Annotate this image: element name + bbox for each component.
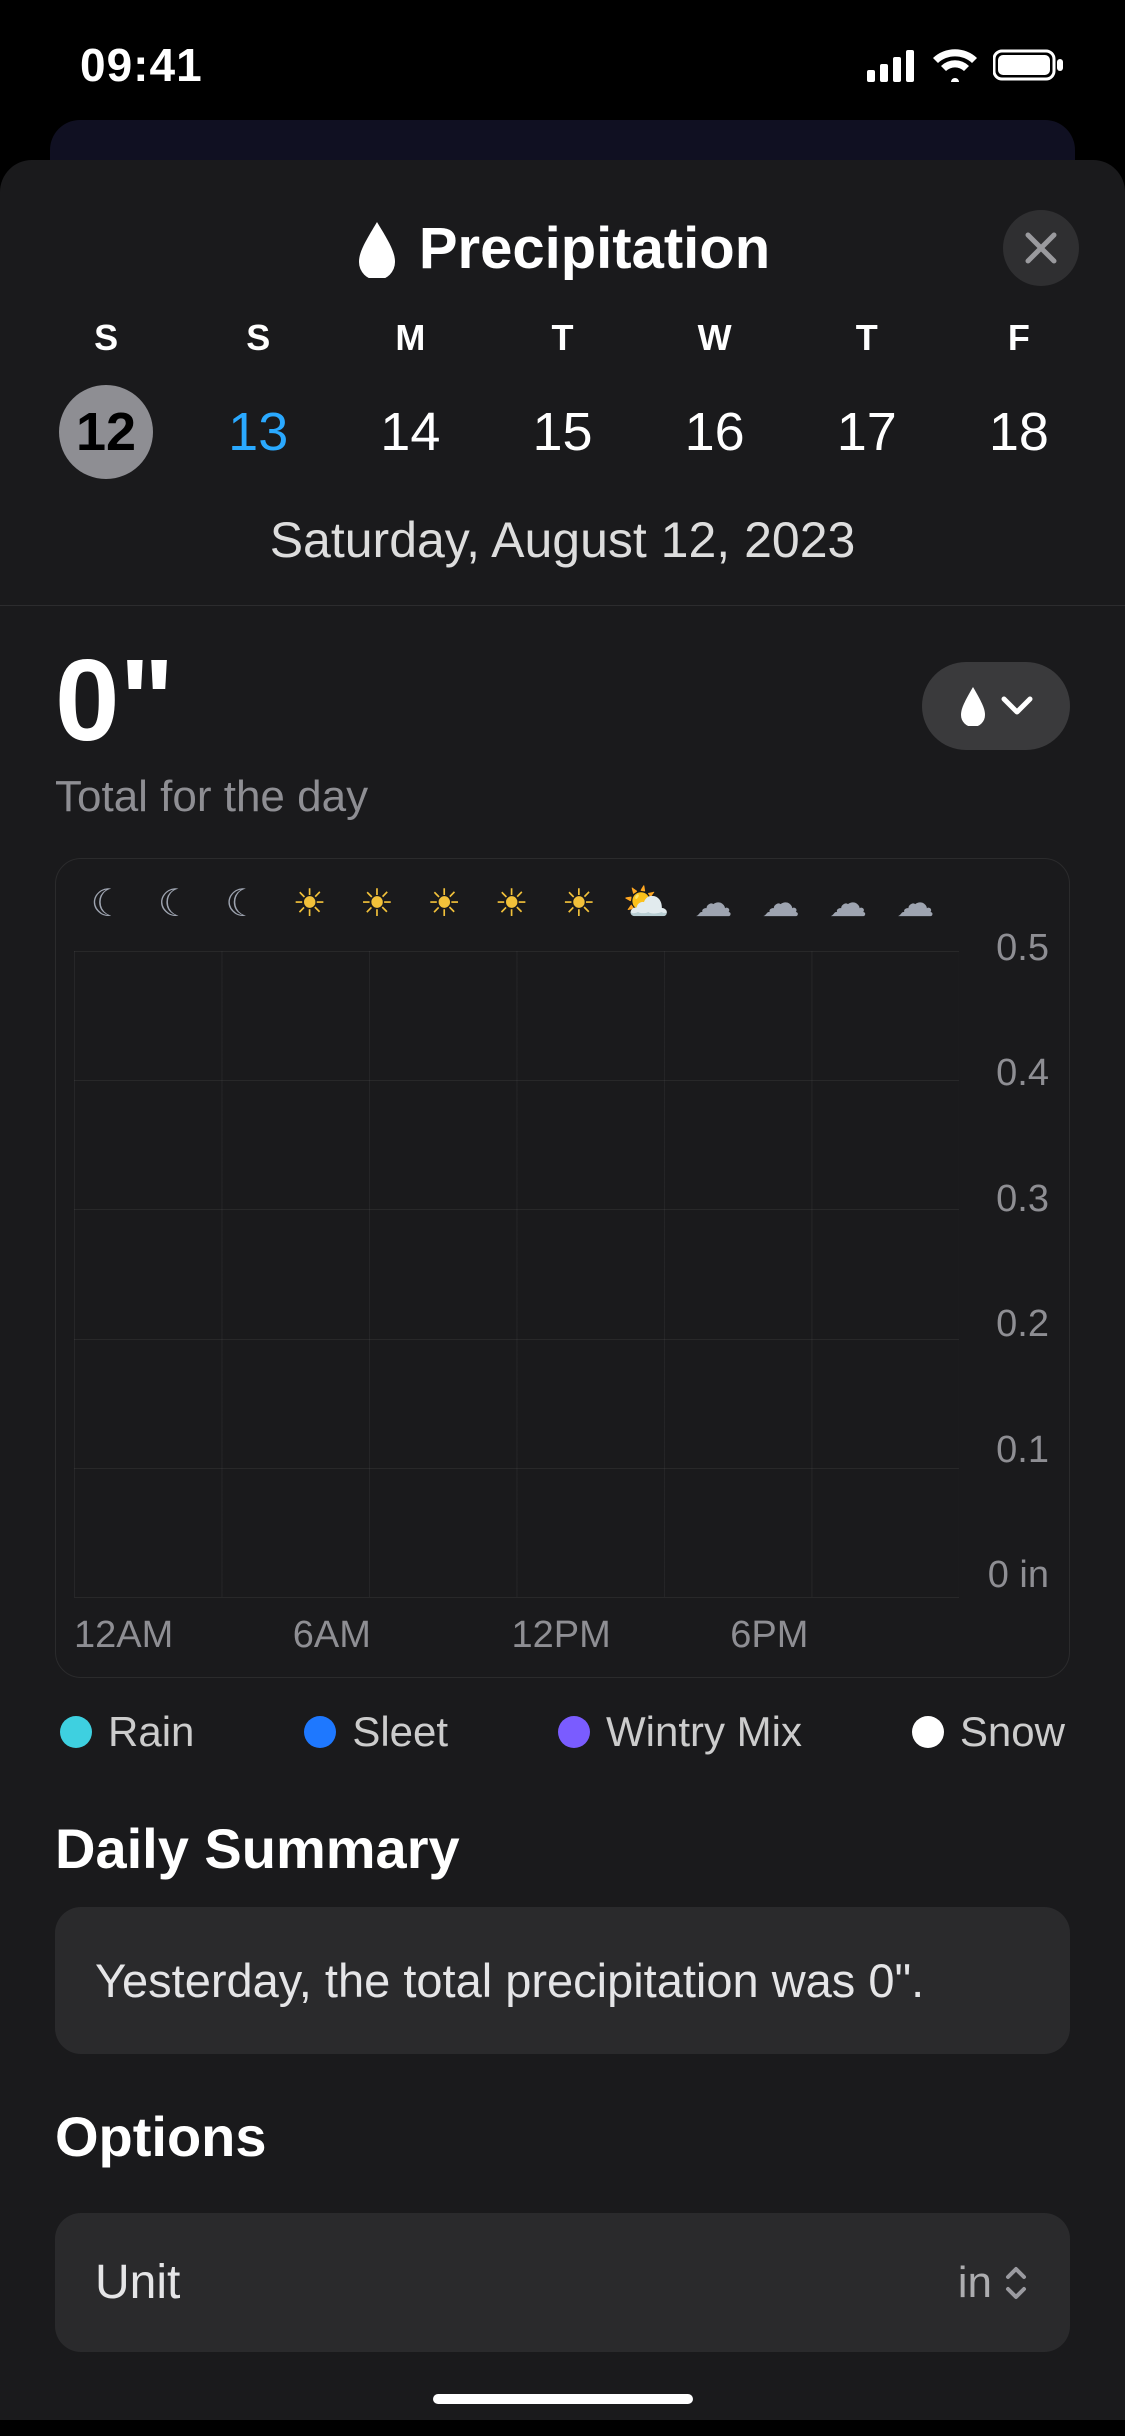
legend-label: Rain: [108, 1708, 194, 1756]
sunny-icon: ☀: [343, 881, 410, 926]
date-cell[interactable]: 15: [486, 377, 638, 489]
home-indicator[interactable]: [433, 2394, 693, 2404]
cloudy-icon: ☁: [814, 881, 881, 926]
legend-dot: [60, 1716, 92, 1748]
up-down-chevron-icon: [1002, 2263, 1030, 2303]
selected-full-date: Saturday, August 12, 2023: [0, 489, 1125, 605]
status-bar: 09:41: [0, 0, 1125, 120]
unit-value-wrap: in: [958, 2258, 1030, 2308]
y-tick: 0 in: [988, 1554, 1049, 1597]
unit-value: in: [958, 2258, 992, 2308]
sheet-title-text: Precipitation: [419, 215, 770, 282]
legend-dot: [912, 1716, 944, 1748]
x-tick: 12PM: [512, 1614, 731, 1657]
y-tick: 0.1: [988, 1429, 1049, 1472]
status-time: 09:41: [80, 38, 203, 92]
battery-icon: [993, 48, 1065, 82]
total-value: 0": [55, 642, 368, 758]
options-heading: Options: [0, 2054, 1125, 2195]
dow-label: M: [334, 317, 486, 377]
water-drop-icon: [958, 686, 988, 726]
date-row: 12 13 14 15 16 17 18: [0, 377, 1125, 489]
close-button[interactable]: [1003, 210, 1079, 286]
chart-grid: [74, 951, 959, 1597]
total-label: Total for the day: [55, 772, 368, 822]
unit-label: Unit: [95, 2255, 180, 2310]
legend-label: Wintry Mix: [606, 1708, 802, 1756]
legend-dot: [558, 1716, 590, 1748]
x-axis-labels: 12AM 6AM 12PM 6PM: [74, 1614, 949, 1657]
legend-item-rain: Rain: [60, 1708, 194, 1756]
chevron-down-icon: [1000, 695, 1034, 717]
date-number: 18: [972, 385, 1066, 479]
total-row: 0" Total for the day: [0, 606, 1125, 832]
y-tick: 0.5: [988, 927, 1049, 970]
sheet-title: Precipitation: [355, 215, 770, 282]
unit-option-row[interactable]: Unit in: [55, 2213, 1070, 2352]
dow-label: T: [791, 317, 943, 377]
day-of-week-row: S S M T W T F: [0, 317, 1125, 377]
daily-summary-text: Yesterday, the total precipitation was 0…: [95, 1954, 924, 2007]
clear-night-icon: ☾: [74, 881, 141, 926]
y-tick: 0.3: [988, 1178, 1049, 1221]
date-cell[interactable]: 16: [639, 377, 791, 489]
sheet-header: Precipitation: [0, 160, 1125, 317]
daily-summary-card: Yesterday, the total precipitation was 0…: [55, 1907, 1070, 2054]
date-cell-today[interactable]: 13: [182, 377, 334, 489]
partly-cloudy-icon: ⛅: [613, 881, 680, 926]
sunny-icon: ☀: [478, 881, 545, 926]
date-cell[interactable]: 17: [791, 377, 943, 489]
date-cell[interactable]: 14: [334, 377, 486, 489]
date-cell[interactable]: 18: [943, 377, 1095, 489]
wifi-icon: [931, 48, 979, 82]
precipitation-type-selector[interactable]: [922, 662, 1070, 750]
total-block: 0" Total for the day: [55, 642, 368, 822]
legend-item-wintry-mix: Wintry Mix: [558, 1708, 802, 1756]
date-number: 16: [668, 385, 762, 479]
dow-label: S: [30, 317, 182, 377]
precipitation-sheet: Precipitation S S M T W T F 12 13 14 15 …: [0, 160, 1125, 2420]
dow-label: F: [943, 317, 1095, 377]
cloudy-icon: ☁: [680, 881, 747, 926]
chart-legend: Rain Sleet Wintry Mix Snow: [0, 1678, 1125, 1766]
dow-label: S: [182, 317, 334, 377]
sunny-icon: ☀: [545, 881, 612, 926]
precipitation-chart[interactable]: ☾ ☾ ☾ ☀ ☀ ☀ ☀ ☀ ⛅ ☁ ☁ ☁ ☁ 0.5 0.4 0.3 0.…: [55, 858, 1070, 1678]
clear-night-icon: ☾: [209, 881, 276, 926]
cloudy-icon: ☁: [747, 881, 814, 926]
date-number: 13: [211, 385, 305, 479]
x-tick: 6PM: [730, 1614, 949, 1657]
sunny-icon: ☀: [411, 881, 478, 926]
close-icon: [1024, 231, 1058, 265]
date-number: 15: [515, 385, 609, 479]
legend-dot: [304, 1716, 336, 1748]
y-tick: 0.4: [988, 1052, 1049, 1095]
clear-night-icon: ☾: [141, 881, 208, 926]
legend-item-snow: Snow: [912, 1708, 1065, 1756]
legend-item-sleet: Sleet: [304, 1708, 448, 1756]
sunny-icon: ☀: [276, 881, 343, 926]
condition-icon-row: ☾ ☾ ☾ ☀ ☀ ☀ ☀ ☀ ⛅ ☁ ☁ ☁ ☁: [74, 881, 949, 926]
x-tick: 12AM: [74, 1614, 293, 1657]
y-axis-labels: 0.5 0.4 0.3 0.2 0.1 0 in: [988, 927, 1049, 1597]
date-cell-selected[interactable]: 12: [30, 377, 182, 489]
water-drop-icon: [355, 220, 399, 278]
daily-summary-heading: Daily Summary: [0, 1766, 1125, 1907]
dow-label: T: [486, 317, 638, 377]
date-number: 17: [820, 385, 914, 479]
date-number: 14: [363, 385, 457, 479]
legend-label: Snow: [960, 1708, 1065, 1756]
legend-label: Sleet: [352, 1708, 448, 1756]
cloudy-icon: ☁: [882, 881, 949, 926]
cellular-icon: [867, 48, 917, 82]
date-number: 12: [59, 385, 153, 479]
status-indicators: [867, 48, 1065, 82]
y-tick: 0.2: [988, 1303, 1049, 1346]
x-tick: 6AM: [293, 1614, 512, 1657]
dow-label: W: [639, 317, 791, 377]
